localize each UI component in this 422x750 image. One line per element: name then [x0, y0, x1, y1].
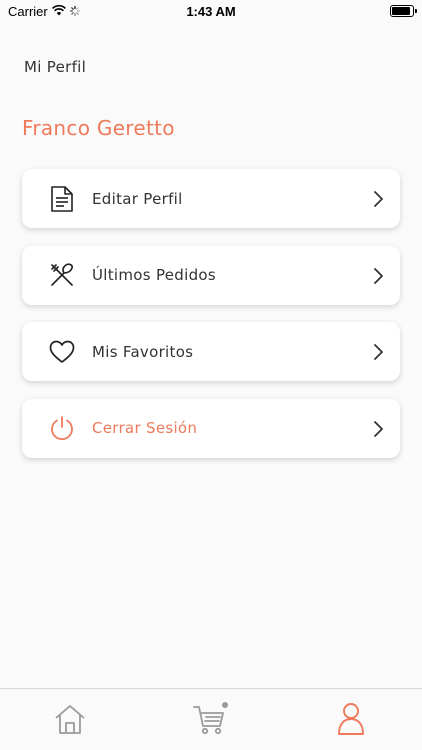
- chevron-right-icon: [374, 344, 383, 360]
- chevron-right-icon: [374, 191, 383, 207]
- battery-icon: [390, 4, 417, 17]
- page-title: Mi Perfil: [24, 58, 87, 76]
- menu-item-label: Últimos Pedidos: [92, 266, 217, 284]
- heart-icon: [48, 338, 76, 366]
- menu-item-label: Mis Favoritos: [92, 342, 194, 361]
- chevron-right-icon: [374, 420, 383, 437]
- recent-orders-button[interactable]: Últimos Pedidos: [22, 245, 400, 305]
- edit-profile-button[interactable]: Editar Perfil: [22, 169, 400, 228]
- home-icon: [55, 705, 85, 734]
- tab-cart[interactable]: [191, 699, 231, 739]
- profile-menu: Editar Perfil Últimos Pedidos Mis Favori…: [22, 169, 400, 475]
- utensils-icon: [48, 261, 76, 289]
- favorites-button[interactable]: Mis Favoritos: [22, 322, 400, 381]
- menu-item-label: Editar Perfil: [92, 189, 183, 208]
- user-icon: [338, 703, 364, 735]
- tab-profile[interactable]: [331, 699, 371, 739]
- status-bar: Carrier 1:43 AM: [0, 0, 422, 24]
- tab-home[interactable]: [50, 699, 90, 739]
- document-icon: [48, 185, 76, 213]
- user-name: Franco Geretto: [22, 116, 175, 140]
- tab-bar: [0, 688, 422, 750]
- status-time: 1:43 AM: [186, 4, 236, 19]
- cart-icon: [193, 702, 228, 735]
- chevron-right-icon: [374, 267, 383, 284]
- menu-item-label: Cerrar Sesión: [92, 419, 198, 437]
- logout-button[interactable]: Cerrar Sesión: [22, 398, 400, 458]
- power-icon: [48, 414, 76, 442]
